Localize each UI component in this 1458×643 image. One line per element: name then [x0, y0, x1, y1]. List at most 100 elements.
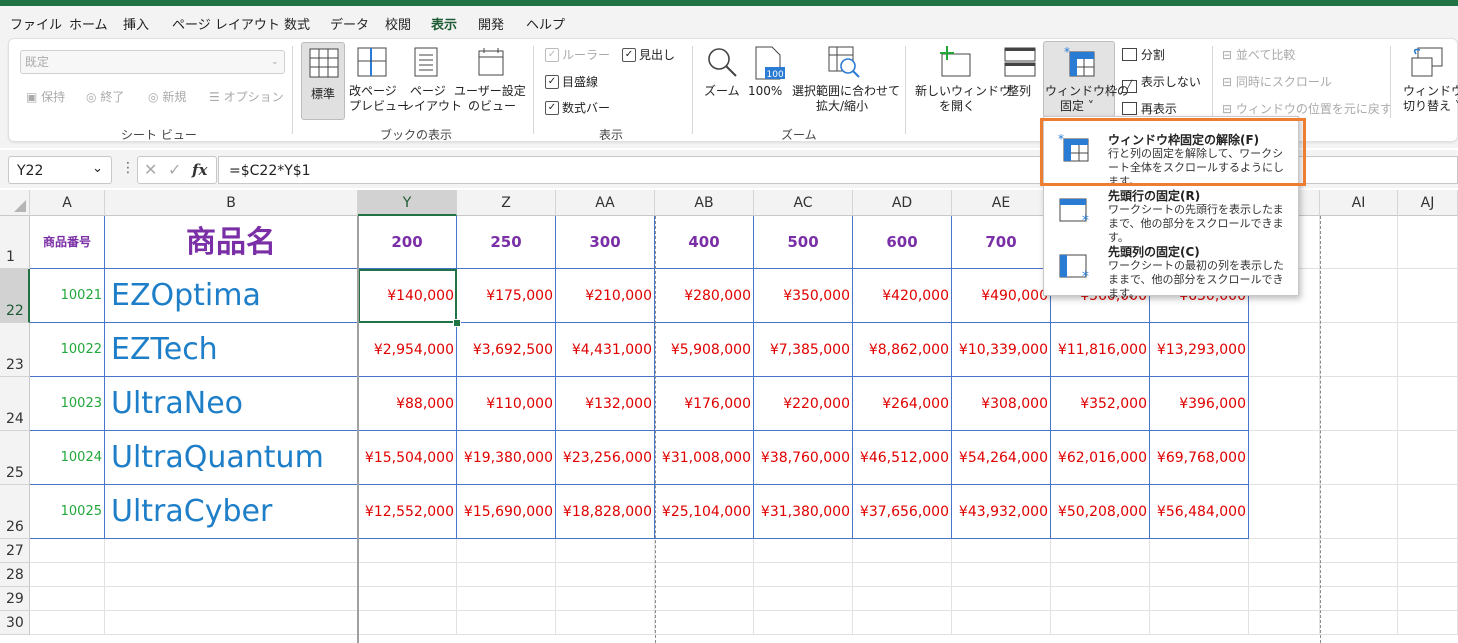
empty-cell[interactable] [105, 539, 358, 563]
cell-product-name[interactable]: EZTech [105, 323, 358, 377]
cell-price[interactable]: ¥420,000 [853, 269, 952, 323]
unhide-button[interactable]: 再表示 [1122, 102, 1177, 116]
cell-price[interactable]: ¥350,000 [754, 269, 853, 323]
empty-cell[interactable] [1398, 377, 1458, 431]
empty-cell[interactable] [655, 563, 754, 587]
empty-cell[interactable] [457, 563, 556, 587]
empty-cell[interactable] [655, 539, 754, 563]
options-button[interactable]: ☰ オプション [209, 90, 284, 104]
new-window-button[interactable]: 新しいウィンドウ を開く [912, 42, 1011, 120]
tab-review[interactable]: 校閲 [385, 14, 411, 33]
name-box[interactable]: Y22 ⌄ [8, 156, 112, 184]
empty-cell[interactable] [754, 563, 853, 587]
empty-cell[interactable] [1150, 539, 1249, 563]
cell-price[interactable]: ¥37,656,000 [853, 485, 952, 539]
cell-price[interactable]: ¥11,816,000 [1051, 323, 1150, 377]
tab-view[interactable]: 表示 [431, 14, 457, 33]
cell-price[interactable]: ¥19,380,000 [457, 431, 556, 485]
empty-cell[interactable] [30, 563, 105, 587]
cell-price[interactable]: ¥69,768,000 [1150, 431, 1249, 485]
cell-multiplier-header[interactable]: 500 [754, 216, 853, 269]
new-view-button[interactable]: ◎ 新規 [148, 90, 186, 104]
zoom-button[interactable]: ズーム [700, 42, 744, 120]
cell-product-code[interactable]: 10025 [30, 485, 105, 539]
empty-cell[interactable] [1051, 539, 1150, 563]
page-layout-view-button[interactable]: ページ レイアウト [401, 42, 462, 120]
column-header-ai[interactable]: AI [1320, 190, 1398, 216]
empty-cell[interactable] [457, 587, 556, 611]
empty-cell[interactable] [1398, 563, 1458, 587]
cell-product-code[interactable]: 10022 [30, 323, 105, 377]
row-header-22[interactable]: 22 [0, 269, 30, 323]
empty-cell[interactable] [952, 563, 1051, 587]
empty-cell[interactable] [105, 587, 358, 611]
row-header-25[interactable]: 25 [0, 431, 30, 485]
ruler-checkbox[interactable]: ✓ [545, 48, 559, 62]
empty-cell[interactable] [1249, 611, 1320, 635]
cell-price[interactable]: ¥25,104,000 [655, 485, 754, 539]
tab-file[interactable]: ファイル [10, 14, 62, 33]
cell-multiplier-header[interactable]: 200 [358, 216, 457, 269]
cell-price[interactable]: ¥352,000 [1051, 377, 1150, 431]
empty-cell[interactable] [1320, 269, 1398, 323]
cell-price[interactable]: ¥23,256,000 [556, 431, 655, 485]
cell-price[interactable]: ¥56,484,000 [1150, 485, 1249, 539]
empty-cell[interactable] [1398, 611, 1458, 635]
empty-cell[interactable] [556, 539, 655, 563]
empty-cell[interactable] [952, 611, 1051, 635]
tab-page-layout[interactable]: ページ レイアウト [172, 14, 280, 33]
empty-cell[interactable] [1320, 539, 1398, 563]
cell-product-name[interactable]: UltraQuantum [105, 431, 358, 485]
column-header-z[interactable]: Z [457, 190, 556, 216]
cell-price[interactable]: ¥88,000 [358, 377, 457, 431]
cell-price[interactable]: ¥12,552,000 [358, 485, 457, 539]
column-header-ad[interactable]: AD [853, 190, 952, 216]
empty-cell[interactable] [1249, 563, 1320, 587]
cell-price[interactable]: ¥5,908,000 [655, 323, 754, 377]
keep-button[interactable]: ▣ 保持 [26, 90, 65, 104]
empty-cell[interactable] [1398, 587, 1458, 611]
cell-price[interactable]: ¥10,339,000 [952, 323, 1051, 377]
formula-bar-checkbox[interactable]: ✓ [545, 101, 559, 115]
cell-price[interactable]: ¥7,385,000 [754, 323, 853, 377]
empty-cell[interactable] [1051, 587, 1150, 611]
cell-price[interactable]: ¥175,000 [457, 269, 556, 323]
cell-price[interactable]: ¥176,000 [655, 377, 754, 431]
insert-function-icon[interactable]: fx [192, 161, 207, 179]
empty-cell[interactable] [556, 611, 655, 635]
cell-price[interactable]: ¥110,000 [457, 377, 556, 431]
empty-cell[interactable] [457, 611, 556, 635]
column-header-a[interactable]: A [30, 190, 105, 216]
arrange-button[interactable]: 整列 [1000, 42, 1040, 120]
empty-cell[interactable] [1320, 431, 1398, 485]
freeze-first-column-item[interactable]: * 先頭列の固定(C) ワークシートの最初の列を表示したままで、他の部分をスクロ… [1044, 239, 1298, 300]
cell-price[interactable]: ¥4,431,000 [556, 323, 655, 377]
cell-price[interactable]: ¥18,828,000 [556, 485, 655, 539]
empty-cell[interactable] [1398, 269, 1458, 323]
cell-price[interactable]: ¥396,000 [1150, 377, 1249, 431]
normal-view-button[interactable]: 標準 [301, 42, 345, 120]
cell-price[interactable]: ¥280,000 [655, 269, 754, 323]
empty-cell[interactable] [105, 563, 358, 587]
split-button[interactable]: 分割 [1122, 48, 1165, 62]
sheet-view-select[interactable]: 既定 ⌄ [20, 50, 285, 74]
empty-cell[interactable] [1398, 323, 1458, 377]
empty-cell[interactable] [853, 587, 952, 611]
empty-cell[interactable] [655, 611, 754, 635]
custom-views-button[interactable]: ユーザー設定 のビュー [454, 42, 526, 120]
empty-cell[interactable] [655, 587, 754, 611]
cell-price[interactable]: ¥15,690,000 [457, 485, 556, 539]
empty-cell[interactable] [853, 563, 952, 587]
cell-price[interactable]: ¥8,862,000 [853, 323, 952, 377]
tab-help[interactable]: ヘルプ [526, 14, 565, 33]
switch-windows-button[interactable]: ウィンドウの 切り替え ˅ [1398, 42, 1458, 120]
freeze-panes-button[interactable]: * ウィンドウ枠の 固定 ˅ [1043, 41, 1129, 117]
empty-cell[interactable] [1249, 539, 1320, 563]
cell-multiplier-header[interactable]: 300 [556, 216, 655, 269]
empty-cell[interactable] [1398, 485, 1458, 539]
cell-multiplier-header[interactable]: 250 [457, 216, 556, 269]
empty-cell[interactable] [754, 611, 853, 635]
cell-price[interactable]: ¥3,692,500 [457, 323, 556, 377]
empty-cell[interactable] [952, 539, 1051, 563]
empty-cell[interactable] [1150, 587, 1249, 611]
